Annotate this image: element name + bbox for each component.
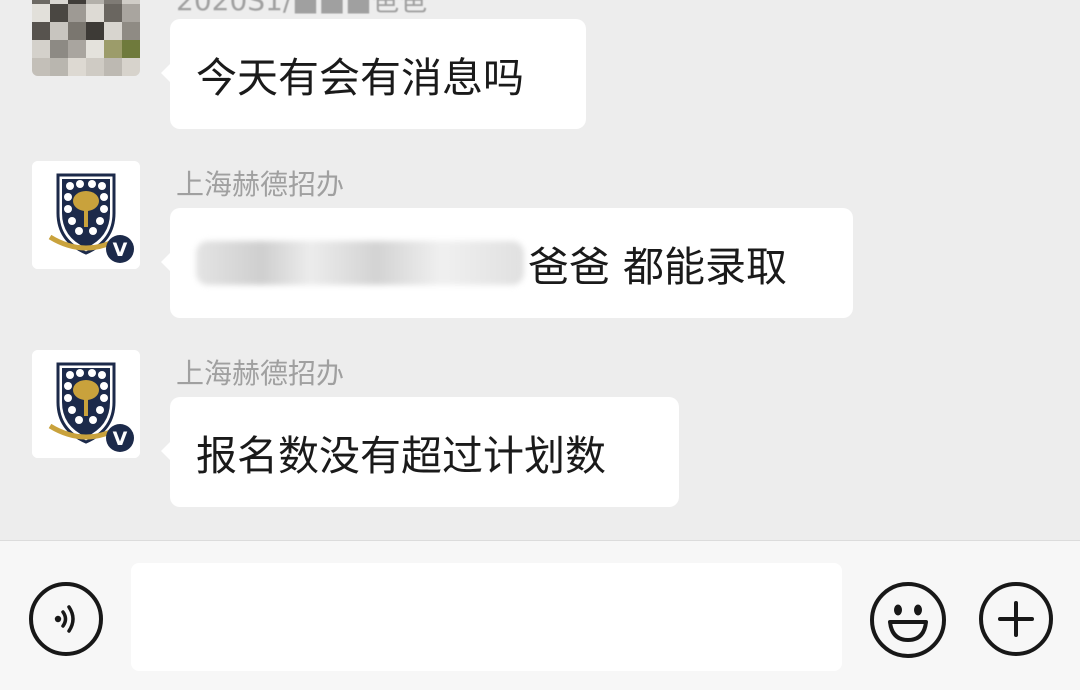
redacted-name <box>196 241 524 285</box>
message-bubble[interactable]: 爸爸 都能录取 <box>161 208 853 318</box>
sender-name: 上海赫德招办 <box>176 168 345 201</box>
message-text: 爸爸 都能录取 <box>528 243 788 291</box>
message-text: 今天有会有消息吗 <box>196 54 524 102</box>
svg-text:V: V <box>113 428 128 450</box>
chat-input-bar <box>0 540 1080 690</box>
svg-text:V: V <box>113 239 128 261</box>
message-input[interactable] <box>131 563 842 671</box>
emoji-button[interactable] <box>870 582 946 658</box>
message-bubble[interactable]: 今天有会有消息吗 <box>161 19 586 129</box>
chat-message-list[interactable]: 2020S1/■■■爸爸 今天有会有消息吗 V 上海赫德招办 爸爸 都能录取 V… <box>0 0 1080 540</box>
voice-button[interactable] <box>29 582 103 656</box>
message-text: 报名数没有超过计划数 <box>196 432 606 480</box>
more-options-button[interactable] <box>979 582 1053 656</box>
voice-icon <box>54 605 75 633</box>
school-crest-icon: V <box>32 350 140 458</box>
school-crest-avatar[interactable]: V <box>32 161 140 269</box>
message-bubble[interactable]: 报名数没有超过计划数 <box>161 397 679 507</box>
plus-icon <box>998 601 1034 637</box>
user-avatar-pixelated[interactable] <box>32 0 140 76</box>
school-crest-avatar[interactable]: V <box>32 350 140 458</box>
smiley-icon <box>888 604 928 642</box>
sender-name: 2020S1/■■■爸爸 <box>176 0 428 17</box>
sender-name: 上海赫德招办 <box>176 357 345 390</box>
school-crest-icon: V <box>32 161 140 269</box>
